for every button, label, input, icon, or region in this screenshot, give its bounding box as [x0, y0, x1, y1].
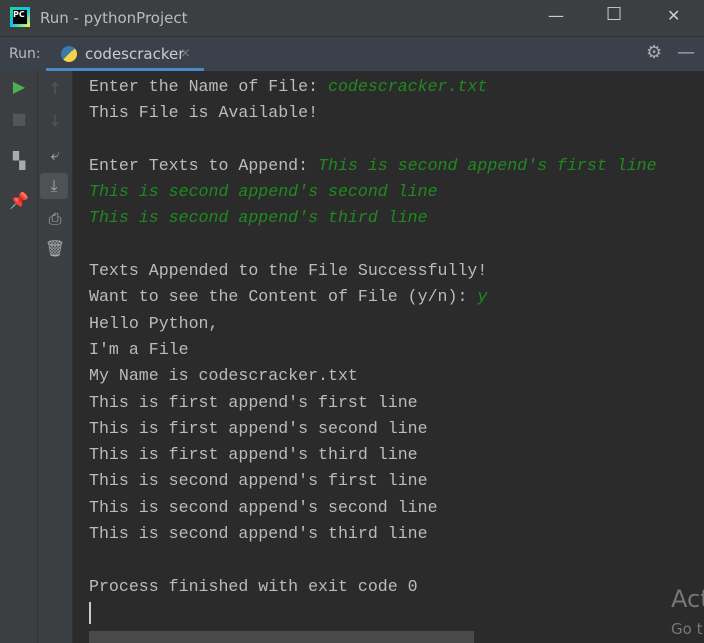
console-line: This is second append's third line: [89, 208, 428, 228]
down-arrow-icon[interactable]: ↓: [40, 111, 70, 130]
python-icon: [61, 46, 77, 62]
rerun-icon[interactable]: ▶: [4, 77, 34, 96]
console-toolbar: ↑ ↓ ⤶ ⤓ ⎙ 🗑: [38, 71, 73, 643]
console-line: This is first append's third line: [89, 445, 418, 465]
console-line: This is second append's third line: [89, 524, 428, 544]
console-line: Enter Texts to Append: This is second ap…: [89, 155, 657, 175]
console-line: This is first append's second line: [89, 418, 428, 438]
activation-watermark: Act: [671, 585, 704, 613]
console-line: This is first append's first line: [89, 392, 418, 412]
tab-close-icon[interactable]: ×: [180, 46, 191, 61]
console-output[interactable]: Enter the Name of File: codescracker.txt…: [89, 74, 657, 626]
pin-icon[interactable]: 📌: [4, 191, 34, 210]
console-line: This is second append's second line: [89, 497, 438, 517]
minimize-button[interactable]: —: [548, 6, 564, 25]
console-line: I'm a File: [89, 339, 189, 359]
title-bar: PC Run - pythonProject — ☐ ✕: [0, 0, 704, 36]
close-window-button[interactable]: ✕: [667, 6, 680, 25]
console-line: Process finished with exit code 0: [89, 576, 418, 596]
activation-watermark-sub: Go t: [671, 620, 703, 638]
console-line: This is second append's first line: [89, 471, 428, 491]
run-tool-bar: Run: codescracker × ⚙ —: [0, 36, 704, 71]
console-line: Want to see the Content of File (y/n): y: [89, 287, 488, 307]
console-caret-line: [89, 600, 657, 626]
run-label: Run:: [9, 46, 41, 62]
soft-wrap-icon[interactable]: ⤶: [40, 145, 70, 165]
window-title: Run - pythonProject: [40, 9, 188, 27]
tab-codescracker[interactable]: codescracker ×: [46, 37, 204, 71]
console-line: This is second append's second line: [89, 182, 438, 202]
console-line: Hello Python,: [89, 313, 219, 333]
maximize-button[interactable]: ☐: [606, 4, 622, 25]
pycharm-logo-icon: PC: [10, 7, 30, 27]
horizontal-scrollbar[interactable]: [89, 631, 474, 643]
up-arrow-icon[interactable]: ↑: [40, 79, 70, 98]
tab-label: codescracker: [85, 45, 185, 63]
console-line: Enter the Name of File: codescracker.txt: [89, 77, 488, 96]
hide-icon[interactable]: —: [677, 42, 695, 63]
run-actions-toolbar: ▶ ■ ▚ 📌: [0, 71, 38, 643]
gear-icon[interactable]: ⚙: [646, 42, 662, 63]
console-line: My Name is codescracker.txt: [89, 366, 358, 386]
layout-icon[interactable]: ▚: [4, 151, 34, 170]
stop-icon[interactable]: ■: [4, 109, 34, 128]
console-line: Texts Appended to the File Successfully!: [89, 261, 488, 281]
text-caret: [89, 601, 91, 624]
print-icon[interactable]: ⎙: [40, 209, 70, 229]
trash-icon[interactable]: 🗑: [40, 239, 70, 258]
console-line: This File is Available!: [89, 103, 319, 123]
scroll-to-end-icon[interactable]: ⤓: [40, 173, 68, 199]
